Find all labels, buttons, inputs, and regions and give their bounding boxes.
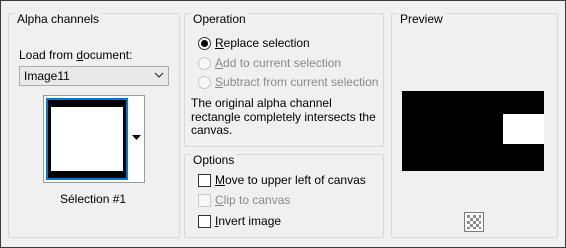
replace-selection-label[interactable]: Replace selection — [215, 36, 310, 50]
document-dropdown-value: Image11 — [24, 69, 70, 83]
clip-accesskey: C — [215, 193, 224, 207]
operation-description-line-2: rectangle completely intersects the — [191, 110, 376, 124]
invert-image-label[interactable]: Invert image — [215, 214, 281, 228]
selection-name-label: Sélection #1 — [60, 192, 127, 206]
add-accesskey: A — [215, 56, 224, 70]
operation-description-line-3: canvas. — [191, 123, 233, 137]
replace-selection-radio[interactable] — [198, 37, 211, 50]
move-to-upper-left-label[interactable]: Move to upper left of canvas — [215, 173, 366, 187]
operation-title: Operation — [191, 12, 248, 26]
document-dropdown[interactable]: Image11 — [19, 66, 169, 86]
radio-selected-dot — [201, 40, 208, 47]
checkerboard-icon[interactable] — [464, 212, 484, 232]
subtract-label-text: ubtract from current selection — [223, 75, 379, 89]
replace-label-text: eplace selection — [223, 36, 310, 50]
subtract-from-selection-radio[interactable] — [198, 76, 211, 89]
clip-to-canvas-label[interactable]: Clip to canvas — [215, 193, 290, 207]
move-accesskey: M — [215, 173, 225, 187]
load-from-document-label: Load from document: — [19, 48, 132, 62]
replace-accesskey: R — [215, 36, 224, 50]
load-label-pre: Load from — [19, 48, 77, 62]
thumbnail-selection-area — [51, 107, 123, 171]
subtract-accesskey: S — [215, 75, 224, 89]
load-label-post: ocument: — [83, 48, 133, 62]
invert-image-checkbox[interactable] — [198, 215, 211, 228]
clip-label-text: lip to canvas — [223, 193, 291, 207]
operation-description-line-1: The original alpha channel — [191, 96, 332, 110]
subtract-from-selection-label[interactable]: Subtract from current selection — [215, 75, 378, 89]
preview-title: Preview — [398, 12, 445, 26]
move-to-upper-left-checkbox[interactable] — [198, 174, 211, 187]
options-title: Options — [191, 153, 237, 167]
invert-label-text: nvert image — [218, 214, 282, 228]
clip-to-canvas-checkbox[interactable] — [198, 194, 211, 207]
add-label-text: dd to current selection — [223, 56, 342, 70]
preview-selection-rectangle — [503, 114, 544, 144]
alpha-channels-title: Alpha channels — [15, 12, 102, 26]
alpha-channel-thumbnail-picker[interactable] — [43, 95, 145, 183]
add-to-selection-label[interactable]: Add to current selection — [215, 56, 341, 70]
alpha-channel-thumbnail[interactable] — [46, 98, 128, 180]
thumbnail-dropdown-arrow-icon[interactable] — [130, 96, 143, 182]
preview-canvas — [402, 91, 544, 171]
chevron-down-icon — [154, 72, 164, 78]
add-to-selection-radio[interactable] — [198, 57, 211, 70]
move-label-text: ove to upper left of canvas — [225, 173, 366, 187]
